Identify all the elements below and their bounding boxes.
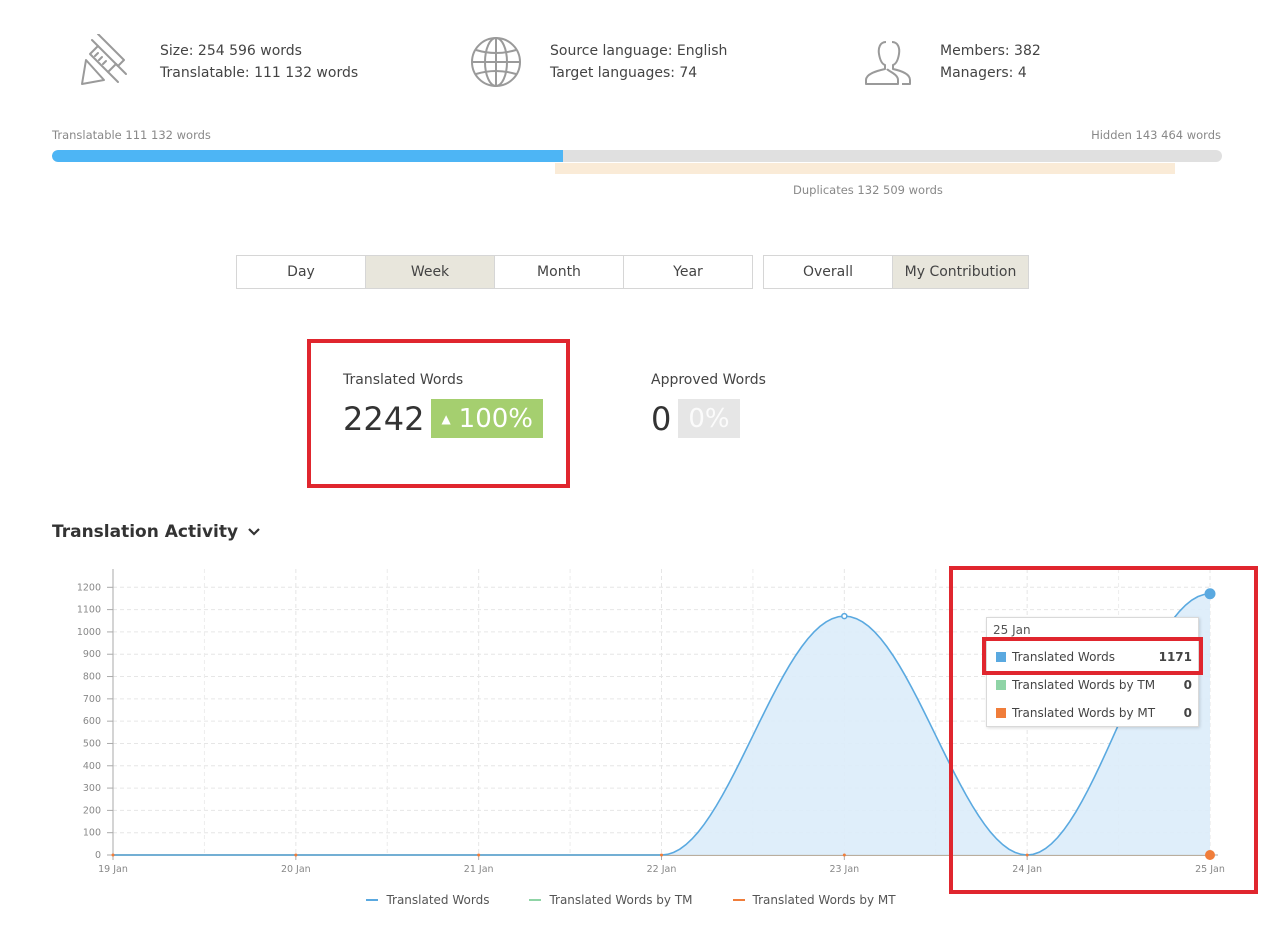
y-tick-label: 1000 (77, 627, 101, 638)
x-tick-label: 19 Jan (98, 864, 128, 875)
data-point-mt (842, 853, 846, 857)
x-tick-label: 20 Jan (281, 864, 311, 875)
languages-stat: Source language: English Target language… (468, 34, 727, 90)
chevron-down-icon (248, 525, 260, 540)
translatable-fill (52, 150, 563, 162)
caliper-icon (78, 33, 134, 90)
y-tick-label: 1200 (77, 582, 101, 593)
data-point-mt (477, 853, 481, 857)
data-point-mt (660, 853, 663, 857)
legend-item-translated[interactable]: Translated Words (366, 893, 489, 907)
y-tick-label: 400 (83, 761, 101, 772)
highlight-box-metric (307, 339, 570, 488)
users-icon (858, 34, 914, 90)
duplicates-bar (555, 163, 1175, 174)
legend-label: Translated Words by TM (549, 893, 693, 907)
hidden-caption: Hidden 143 464 words (1091, 128, 1221, 142)
legend-marker (529, 899, 542, 901)
period-button-week[interactable]: Week (365, 255, 495, 289)
y-tick-label: 500 (83, 738, 101, 749)
section-title: Translation Activity (52, 522, 239, 542)
target-languages-text: Target languages: 74 (550, 65, 698, 81)
y-tick-label: 1100 (77, 605, 101, 616)
source-language-text: Source language: English (550, 43, 728, 59)
duplicates-caption: Duplicates 132 509 words (793, 183, 943, 197)
scope-selector: Overall My Contribution (763, 255, 1029, 289)
x-tick-label: 23 Jan (829, 864, 859, 875)
period-button-day[interactable]: Day (236, 255, 366, 289)
legend-marker (366, 899, 379, 901)
period-selector: Day Week Month Year (236, 255, 753, 289)
y-tick-label: 700 (83, 694, 101, 705)
x-tick-label: 22 Jan (647, 864, 677, 875)
y-tick-label: 0 (95, 850, 101, 861)
y-tick-label: 300 (83, 783, 101, 794)
y-axis-ticks: 0 100 200 300 400 500 600 700 800 900 1000 1100 1200 (77, 582, 113, 861)
project-size-stat: Size: 254 596 words Translatable: 111 13… (78, 33, 359, 90)
scope-button-my-contribution[interactable]: My Contribution (892, 255, 1029, 289)
y-tick-label: 100 (83, 828, 101, 839)
highlight-box-chart (949, 566, 1258, 894)
translatable-caption: Translatable 111 132 words (52, 128, 211, 142)
data-point-mt (294, 853, 298, 857)
legend-label: Translated Words by MT (752, 893, 896, 907)
legend-item-tm[interactable]: Translated Words by TM (529, 893, 693, 907)
period-button-year[interactable]: Year (623, 255, 753, 289)
approved-words-value: 0 (651, 399, 672, 438)
members-text: Members: 382 (940, 43, 1041, 59)
highlight-box-tooltip-row (982, 637, 1203, 675)
period-button-month[interactable]: Month (494, 255, 624, 289)
legend-item-mt[interactable]: Translated Words by MT (732, 893, 896, 907)
managers-text: Managers: 4 (940, 65, 1027, 81)
globe-icon (468, 34, 524, 90)
legend-label: Translated Words (386, 893, 490, 907)
approved-change-badge: 0% (678, 399, 740, 438)
approved-change-value: 0% (688, 403, 730, 434)
size-text: Size: 254 596 words (160, 43, 302, 59)
scope-button-overall[interactable]: Overall (763, 255, 893, 289)
y-tick-label: 600 (83, 716, 101, 727)
y-tick-label: 200 (83, 805, 101, 816)
chart-legend: Translated Words Translated Words by TM … (0, 893, 1262, 907)
y-tick-label: 800 (83, 672, 101, 683)
data-point-mt (111, 853, 115, 857)
members-stat: Members: 382 Managers: 4 (858, 34, 1041, 90)
legend-marker (732, 899, 745, 901)
x-tick-label: 21 Jan (464, 864, 494, 875)
approved-words-label: Approved Words (651, 372, 766, 388)
data-point-translated (841, 612, 848, 620)
translation-activity-dropdown[interactable]: Translation Activity (52, 522, 260, 542)
translatable-text: Translatable: 111 132 words (160, 65, 359, 81)
approved-words-metric: Approved Words 0 0% (651, 372, 766, 438)
y-tick-label: 900 (83, 649, 101, 660)
words-progress-bar (52, 150, 1222, 162)
